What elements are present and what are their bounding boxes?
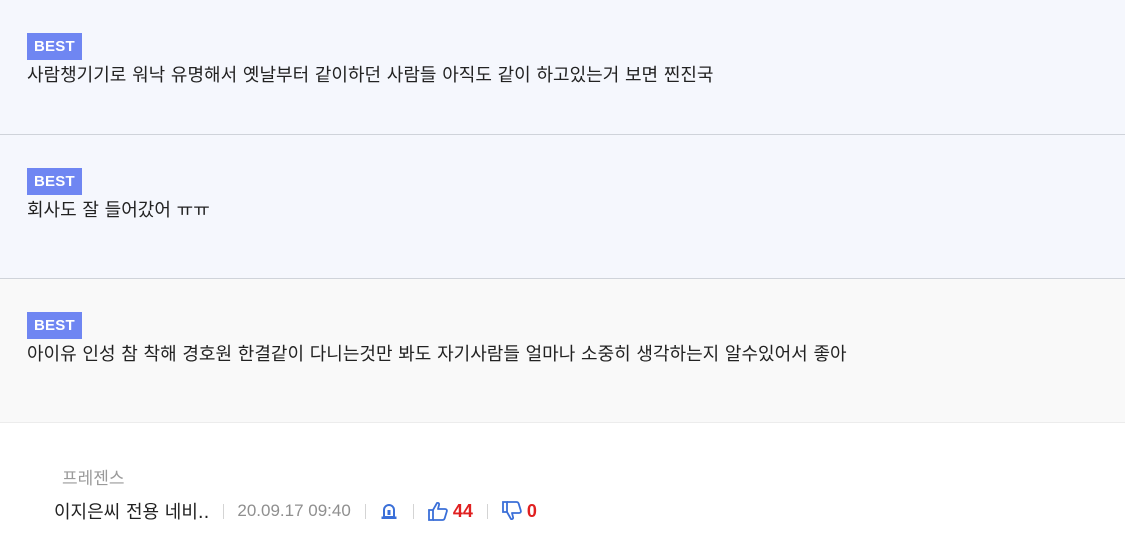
divider — [364, 503, 366, 519]
comment-text: 회사도 잘 들어갔어 ㅠㅠ — [27, 200, 210, 221]
best-comment: BEST 아이유 인성 참 착해 경호원 한결같이 다니는것만 봐도 자기사람들… — [0, 279, 1125, 423]
divider — [412, 503, 414, 519]
best-comment: BEST 사람챙기기로 워낙 유명해서 옛날부터 같이하던 사람들 아직도 같이… — [0, 0, 1125, 135]
dislike-count: 0 — [526, 500, 537, 521]
post-item[interactable]: 프레젠스 이지은씨 전용 네비.. 20.09.17 09:40 44 0 — [0, 423, 1125, 556]
best-badge: BEST — [27, 312, 82, 339]
divider — [486, 503, 488, 519]
post-meta-row: 이지은씨 전용 네비.. 20.09.17 09:40 44 0 — [54, 498, 537, 524]
divider — [223, 503, 225, 519]
like-count: 44 — [452, 500, 473, 521]
comment-text: 사람챙기기로 워낙 유명해서 옛날부터 같이하던 사람들 아직도 같이 하고있는… — [27, 65, 714, 86]
best-comment: BEST 회사도 잘 들어갔어 ㅠㅠ — [0, 135, 1125, 279]
post-title[interactable]: 이지은씨 전용 네비.. — [54, 498, 209, 524]
post-category[interactable]: 프레젠스 — [62, 468, 125, 490]
thumbs-up-icon[interactable] — [427, 500, 449, 522]
siren-icon[interactable] — [379, 501, 399, 521]
best-badge: BEST — [27, 33, 82, 60]
post-datetime: 20.09.17 09:40 — [237, 501, 351, 520]
comment-text: 아이유 인성 참 착해 경호원 한결같이 다니는것만 봐도 자기사람들 얼마나 … — [27, 344, 847, 365]
comment-list: BEST 사람챙기기로 워낙 유명해서 옛날부터 같이하던 사람들 아직도 같이… — [0, 0, 1125, 423]
best-badge: BEST — [27, 168, 82, 195]
thumbs-down-icon[interactable] — [501, 500, 523, 522]
